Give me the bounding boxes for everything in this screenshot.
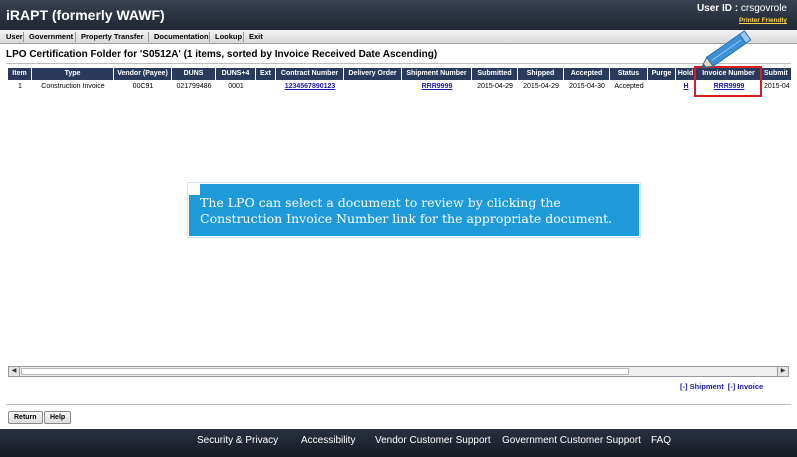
footer-security-privacy[interactable]: Security & Privacy [197,435,278,446]
hold-text[interactable]: H [683,83,688,90]
cell-status: Accepted [614,83,644,90]
col-header-contract: Contract Number [276,68,344,80]
callout-text: The LPO can select a document to review … [200,195,613,226]
col-header-vendor: Vendor (Payee) [114,68,172,80]
cell-shipped: 2015-04-29 [523,83,559,90]
horizontal-scrollbar[interactable]: ◀ ▶ [8,366,789,377]
user-id-value: crsgovrole [740,3,787,14]
menu-bar: User Government Property Transfer Docume… [0,30,797,44]
menu-separator [209,32,210,42]
col-header-shipped: Shipped [518,68,564,80]
divider [6,63,791,64]
col-header-duns: DUNS [172,68,216,80]
col-header-submit: Submit [762,68,791,80]
folder-title: LPO Certification Folder for 'S0512A' (1… [6,49,438,60]
help-button[interactable]: Help [44,411,72,424]
callout-corner [188,183,200,195]
footer-government-support[interactable]: Government Customer Support [502,435,641,446]
col-header-item: Item [8,68,32,80]
contract-number-link[interactable]: 1234567890123 [276,81,344,93]
app-title: iRAPT (formerly WAWF) [6,7,165,23]
footer: Security & Privacy Accessibility Vendor … [0,429,797,457]
cell-submitted: 2015-04-29 [477,83,513,90]
results-table: Item Type Vendor (Payee) DUNS DUNS+4 Ext… [8,68,791,94]
col-header-submitted: Submitted [472,68,518,80]
toggle-invoice[interactable]: [-] Invoice [728,382,763,391]
col-header-delivery-order: Delivery Order [344,68,402,80]
menu-government[interactable]: Government [26,31,76,43]
divider [6,404,791,405]
footer-vendor-support[interactable]: Vendor Customer Support [375,435,491,446]
cell-duns: 021799486 [176,83,212,90]
col-header-accepted: Accepted [564,68,610,80]
section-toggles: [-] Shipment [-] Invoice [680,382,767,391]
cell-vendor: 00C91 [132,83,154,90]
scroll-left-arrow-icon[interactable]: ◀ [9,367,20,376]
pencil-icon [700,30,752,69]
cell-item: 1 [18,83,22,90]
col-header-purge: Purge [648,68,676,80]
menu-separator [243,32,244,42]
toggle-shipment[interactable]: [-] Shipment [680,382,724,391]
footer-accessibility[interactable]: Accessibility [301,435,355,446]
cell-ext [256,81,276,93]
menu-separator [148,32,149,42]
col-header-duns4: DUNS+4 [216,68,256,80]
menu-separator [23,32,24,42]
footer-faq[interactable]: FAQ [651,435,671,446]
cell-accepted: 2015-04-30 [569,83,605,90]
hold-link[interactable]: H [676,81,696,93]
cell-type: Construction Invoice [41,83,105,90]
menu-lookup[interactable]: Lookup [212,31,245,43]
menu-property-transfer[interactable]: Property Transfer [78,31,147,43]
contract-number-text[interactable]: 1234567890123 [285,83,336,90]
menu-documentation[interactable]: Documentation [151,31,212,43]
user-id-label: User ID : [696,3,739,14]
col-header-status: Status [610,68,648,80]
scroll-right-arrow-icon[interactable]: ▶ [777,367,788,376]
cell-delivery-order [344,81,402,93]
printer-friendly-link[interactable]: Printer Friendly [739,17,787,24]
shipment-number-link[interactable]: RRR9999 [402,81,472,93]
menu-exit[interactable]: Exit [246,31,266,43]
shipment-number-text[interactable]: RRR9999 [422,83,453,90]
app-header: iRAPT (formerly WAWF) User ID : crsgovro… [0,0,797,30]
cell-submit-date: 2015-04 [764,83,790,90]
return-button[interactable]: Return [8,411,43,424]
scrollbar-thumb[interactable] [21,368,629,375]
cell-purge [648,81,676,93]
col-header-shipment: Shipment Number [402,68,472,80]
col-header-ext: Ext [256,68,276,80]
col-header-type: Type [32,68,114,80]
invoice-highlight-box [694,66,762,97]
col-header-hold: Hold [676,68,696,80]
menu-separator [75,32,76,42]
user-id: User ID : crsgovrole [697,3,787,14]
cell-duns4: 0001 [228,83,244,90]
